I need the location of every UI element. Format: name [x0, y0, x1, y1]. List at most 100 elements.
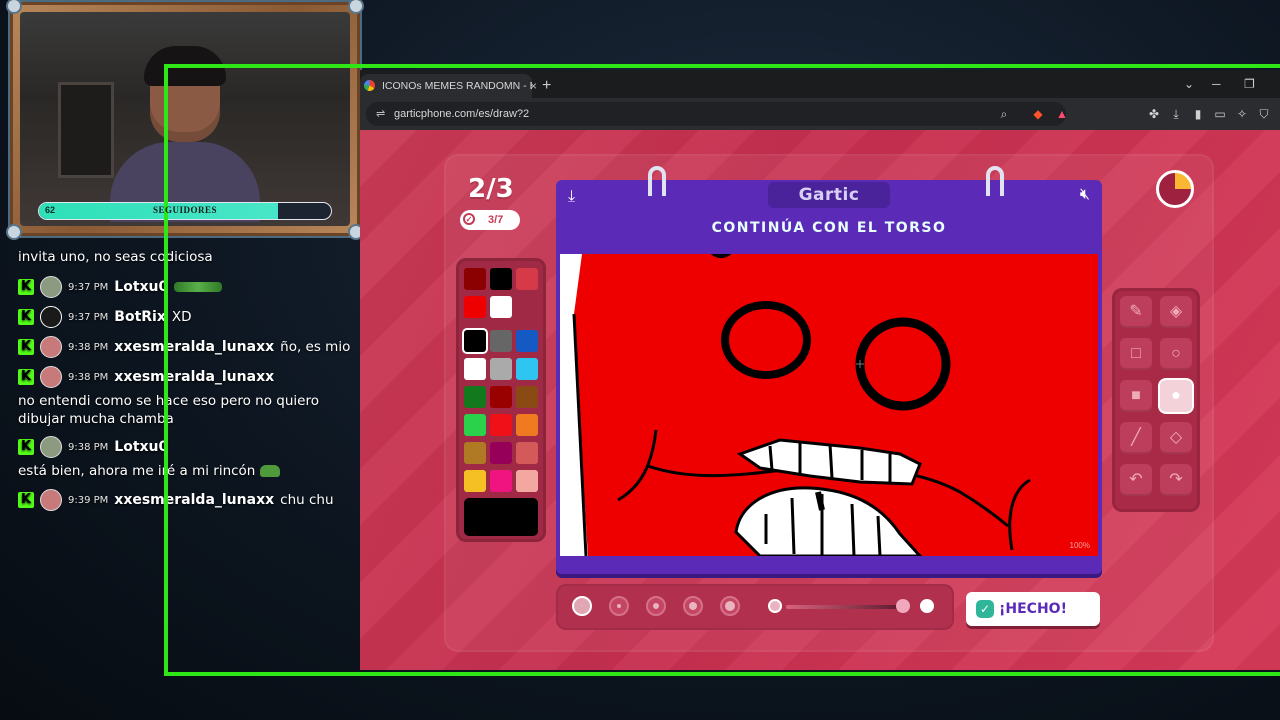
ellipse-outline-icon[interactable]: ○ — [1160, 338, 1192, 370]
download-icon[interactable]: ⤓ — [568, 188, 575, 206]
url-field[interactable]: ⇌ garticphone.com/es/draw?2 — [366, 102, 1066, 126]
rectangle-filled-icon[interactable]: ■ — [1120, 380, 1152, 412]
ellipse-filled-icon[interactable]: ● — [1160, 380, 1192, 412]
binder-ring — [986, 166, 1004, 196]
chat-timestamp: 9:37 PM — [68, 281, 109, 293]
tab-search-icon[interactable]: ⌄ — [1184, 74, 1194, 94]
recent-color-swatch[interactable] — [490, 268, 512, 290]
pencil-icon[interactable]: ✎ — [1120, 296, 1152, 328]
opacity-slider[interactable] — [786, 605, 904, 609]
fill-bucket-icon[interactable]: ◈ — [1160, 296, 1192, 328]
opacity-slider-handle[interactable] — [896, 599, 910, 613]
round-counter: 2/3 — [468, 174, 514, 204]
done-button[interactable]: ✓ ¡HECHO! — [966, 592, 1100, 626]
avatar — [40, 276, 62, 298]
kick-badge-icon: K — [18, 309, 34, 325]
color-swatch[interactable] — [516, 442, 538, 464]
gartic-logo: Gartic — [768, 182, 890, 208]
vpn-icon[interactable]: ⛉ — [1254, 104, 1274, 124]
chat-timestamp: 9:37 PM — [68, 311, 109, 323]
brush-settings — [556, 584, 954, 630]
frame-bolt — [348, 0, 364, 14]
color-swatch[interactable] — [490, 358, 512, 380]
binder-ring — [648, 166, 666, 196]
browser-tab[interactable]: ICONOs MEMES RANDOMN - Buscar — [360, 74, 532, 98]
zoom-level: 100% — [1069, 541, 1090, 550]
brush-size-1[interactable] — [572, 596, 592, 616]
downloads-icon[interactable]: ⤓ — [1166, 104, 1186, 124]
color-swatch[interactable] — [464, 442, 486, 464]
drawing — [560, 254, 1098, 556]
frame-bolt — [6, 224, 22, 240]
players-done-count: 3/7 — [488, 214, 504, 226]
brush-size-5[interactable] — [720, 596, 740, 616]
brave-rewards-icon[interactable]: ▲ — [1052, 104, 1072, 124]
brave-shields-icon[interactable]: ◆ — [1028, 104, 1048, 124]
drawing-prompt: CONTINÚA CON EL TORSO — [711, 220, 947, 236]
current-color-swatch — [464, 498, 538, 536]
color-swatch[interactable] — [490, 330, 512, 352]
color-swatch[interactable] — [516, 330, 538, 352]
check-icon: ✓ — [463, 213, 475, 225]
line-icon[interactable]: ╱ — [1120, 422, 1152, 454]
wallet-icon[interactable]: ▭ — [1210, 104, 1230, 124]
color-swatch[interactable] — [516, 414, 538, 436]
extensions-icon[interactable]: ✤ — [1144, 104, 1164, 124]
tab-close-icon[interactable]: × — [530, 74, 537, 98]
color-swatch[interactable] — [464, 414, 486, 436]
frame-bolt — [6, 0, 22, 14]
done-button-label: ¡HECHO! — [999, 601, 1067, 617]
kick-badge-icon: K — [18, 492, 34, 508]
kick-badge-icon: K — [18, 339, 34, 355]
chat-username: BotRix — [114, 309, 166, 325]
color-swatch[interactable] — [464, 470, 486, 492]
eraser-icon[interactable]: ◇ — [1160, 422, 1192, 454]
leo-ai-icon[interactable]: ✧ — [1232, 104, 1252, 124]
color-swatch[interactable] — [464, 330, 486, 352]
sidebar-icon[interactable]: ▮ — [1188, 104, 1208, 124]
address-bar: ⇌ garticphone.com/es/draw?2 ⌕ ◆ ▲ ✤ ⤓ ▮ … — [360, 98, 1280, 130]
recent-color-swatch[interactable] — [490, 296, 512, 318]
opacity-max-icon — [920, 599, 934, 613]
color-swatch[interactable] — [516, 470, 538, 492]
avatar — [40, 436, 62, 458]
undo-icon[interactable]: ↶ — [1120, 464, 1152, 496]
color-swatch[interactable] — [464, 386, 486, 408]
restore-icon[interactable]: ❐ — [1244, 74, 1255, 94]
color-swatch[interactable] — [464, 358, 486, 380]
recent-color-swatch[interactable] — [464, 268, 486, 290]
gartic-page: 2/3 ✓ 3/7 ⤓ Gartic 🔇︎ CONTINÚA CON EL TO… — [360, 130, 1280, 670]
brush-size-2[interactable] — [609, 596, 629, 616]
color-swatch[interactable] — [490, 414, 512, 436]
zoom-icon[interactable]: ⌕ — [994, 104, 1014, 124]
tool-panel: ✎ ◈ □ ○ ■ ● ╱ ◇ ↶ ↷ — [1112, 288, 1200, 512]
tab-title: ICONOs MEMES RANDOMN - Buscar — [382, 80, 532, 92]
google-favicon-icon — [364, 80, 375, 91]
chat-username: Lotxu0 — [114, 439, 169, 455]
avatar — [40, 336, 62, 358]
redo-icon[interactable]: ↷ — [1160, 464, 1192, 496]
mute-icon[interactable]: 🔇︎ — [1080, 186, 1090, 204]
color-swatch[interactable] — [516, 358, 538, 380]
url-text: garticphone.com/es/draw?2 — [394, 108, 530, 120]
color-swatch[interactable] — [516, 386, 538, 408]
color-swatch[interactable] — [490, 470, 512, 492]
drawing-canvas[interactable]: 100% — [560, 254, 1098, 556]
chat-timestamp: 9:38 PM — [68, 371, 109, 383]
tab-strip: ICONOs MEMES RANDOMN - Buscar × + ⌄ ─ ❐ — [360, 70, 1280, 98]
chat-timestamp: 9:39 PM — [68, 494, 109, 506]
minimize-icon[interactable]: ─ — [1212, 74, 1221, 94]
brush-size-3[interactable] — [646, 596, 666, 616]
chat-timestamp: 9:38 PM — [68, 341, 109, 353]
brush-size-4[interactable] — [683, 596, 703, 616]
recent-color-swatch[interactable] — [516, 268, 538, 290]
check-icon: ✓ — [976, 600, 994, 618]
new-tab-button[interactable]: + — [542, 74, 551, 98]
color-swatch[interactable] — [490, 442, 512, 464]
players-done-badge: ✓ 3/7 — [460, 210, 520, 230]
site-info-icon[interactable]: ⇌ — [376, 102, 385, 126]
color-swatch[interactable] — [490, 386, 512, 408]
rectangle-outline-icon[interactable]: □ — [1120, 338, 1152, 370]
recent-color-swatch[interactable] — [464, 296, 486, 318]
kick-badge-icon: K — [18, 279, 34, 295]
